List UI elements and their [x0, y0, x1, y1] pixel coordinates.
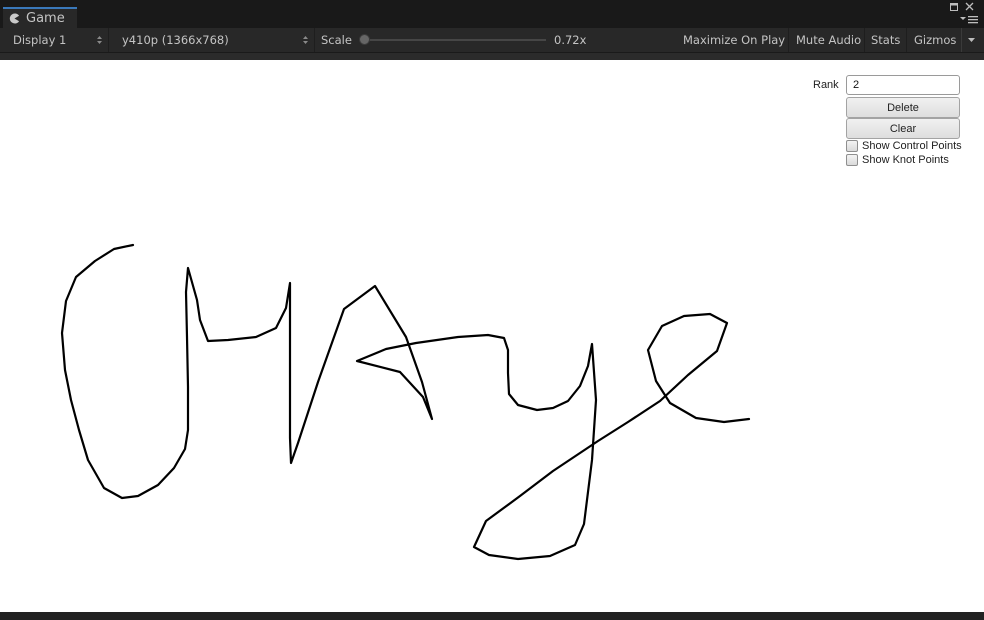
tab-menu-icon[interactable] — [960, 15, 978, 27]
handwritten-stroke-drawing — [60, 243, 751, 561]
rank-label: Rank — [813, 79, 839, 91]
game-view-toolbar: Display 1 y410p (1366x768) Scale 0.72x M… — [0, 28, 984, 53]
clear-button[interactable]: Clear — [846, 118, 960, 139]
maximize-on-play-label: Maximize On Play — [683, 33, 786, 47]
resolution-value: y410p (1366x768) — [122, 33, 229, 47]
mute-audio-toggle[interactable]: Mute Audio — [790, 28, 865, 52]
mute-audio-label: Mute Audio — [796, 33, 862, 47]
maximize-icon[interactable] — [950, 3, 958, 14]
show-knot-points-checkbox[interactable] — [846, 154, 858, 166]
close-icon[interactable] — [965, 2, 974, 14]
game-tab[interactable]: Game — [3, 7, 77, 28]
show-control-points-label: Show Control Points — [862, 140, 962, 152]
bottom-edge — [0, 612, 984, 620]
maximize-on-play-toggle[interactable]: Maximize On Play — [676, 28, 789, 52]
show-control-points-toggle[interactable]: Show Control Points — [846, 140, 962, 152]
gizmos-toggle[interactable]: Gizmos — [908, 28, 962, 52]
display-value: Display 1 — [13, 33, 67, 47]
show-knot-points-label: Show Knot Points — [862, 154, 949, 166]
stats-label: Stats — [871, 33, 901, 47]
editor-tab-strip: Game — [0, 0, 984, 28]
delete-button-label: Delete — [887, 101, 919, 114]
show-control-points-checkbox[interactable] — [846, 140, 858, 152]
show-knot-points-toggle[interactable]: Show Knot Points — [846, 154, 949, 166]
rank-input[interactable] — [846, 75, 960, 95]
game-tab-label: Game — [26, 11, 65, 26]
scale-slider-thumb[interactable] — [359, 34, 370, 45]
resolution-dropdown[interactable]: y410p (1366x768) — [110, 28, 315, 52]
dropdown-arrows-icon — [97, 36, 102, 44]
chevron-down-icon — [967, 37, 975, 42]
dropdown-arrows-icon — [303, 36, 308, 44]
scale-value: 0.72x — [554, 33, 587, 47]
stats-toggle[interactable]: Stats — [866, 28, 907, 52]
game-view-canvas[interactable]: Rank Delete Clear Show Control Points Sh… — [0, 60, 984, 612]
scale-label: Scale — [321, 33, 352, 47]
pacman-icon — [9, 13, 20, 24]
scale-slider-track[interactable] — [364, 39, 546, 41]
delete-button[interactable]: Delete — [846, 97, 960, 118]
display-dropdown[interactable]: Display 1 — [0, 28, 109, 52]
gizmos-dropdown-button[interactable] — [963, 28, 979, 52]
gizmos-label: Gizmos — [914, 33, 957, 47]
stroke-c — [60, 243, 751, 561]
clear-button-label: Clear — [889, 122, 917, 135]
